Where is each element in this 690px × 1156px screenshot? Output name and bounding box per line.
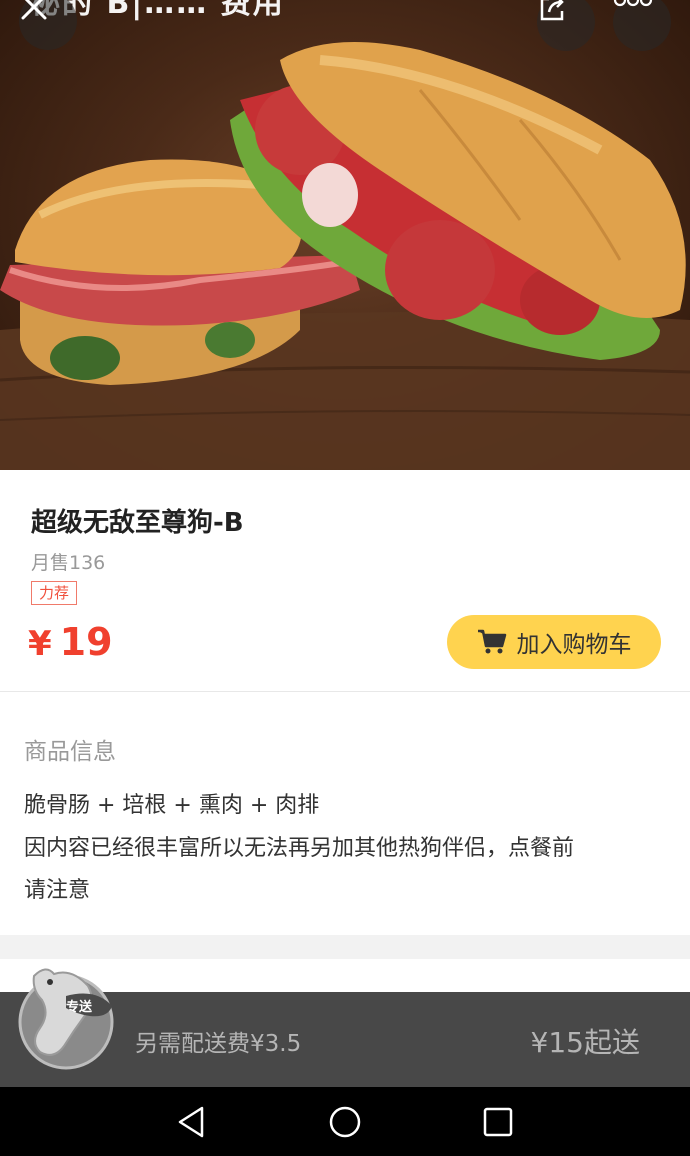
product-details: 商品信息 脆骨肠 + 培根 + 熏肉 + 肉排 因内容已经很丰富所以无法再另加其… xyxy=(0,692,690,935)
monthly-sales: 月售136 xyxy=(31,552,106,574)
cart-icon xyxy=(477,629,506,654)
price-currency: ¥ xyxy=(28,624,52,664)
home-icon[interactable] xyxy=(325,1102,365,1142)
recent-apps-icon[interactable] xyxy=(478,1102,518,1142)
price-amount: 19 xyxy=(59,620,113,664)
add-to-cart-button[interactable]: 加入购物车 xyxy=(447,615,661,669)
product-info: 超级无敌至尊狗-B 月售136 力荐 ¥19 加入购物车 xyxy=(0,470,690,692)
product-name: 超级无敌至尊狗-B xyxy=(31,508,244,538)
product-photo: 秘的 B|…… 费用 xyxy=(0,0,690,470)
description-line: 请注意 xyxy=(24,878,91,903)
close-icon xyxy=(21,0,47,20)
share-icon xyxy=(540,0,564,21)
description-line: 因内容已经很丰富所以无法再另加其他热狗伴侣，点餐前 xyxy=(24,836,575,861)
min-order-button[interactable]: ¥15起送 xyxy=(531,1021,640,1061)
sandwich-illustration xyxy=(0,42,690,470)
delivery-badge: 专送 xyxy=(66,1000,93,1015)
section-title: 商品信息 xyxy=(24,739,116,765)
add-to-cart-label: 加入购物车 xyxy=(516,632,632,658)
more-icon xyxy=(613,0,653,7)
delivery-fee: 另需配送费¥3.5 xyxy=(135,1031,302,1057)
system-nav-bar xyxy=(0,1087,690,1156)
back-icon[interactable] xyxy=(172,1102,212,1142)
price: ¥19 xyxy=(28,620,113,664)
recommend-tag: 力荐 xyxy=(31,581,78,605)
description-line: 脆骨肠 + 培根 + 熏肉 + 肉排 xyxy=(24,793,320,818)
